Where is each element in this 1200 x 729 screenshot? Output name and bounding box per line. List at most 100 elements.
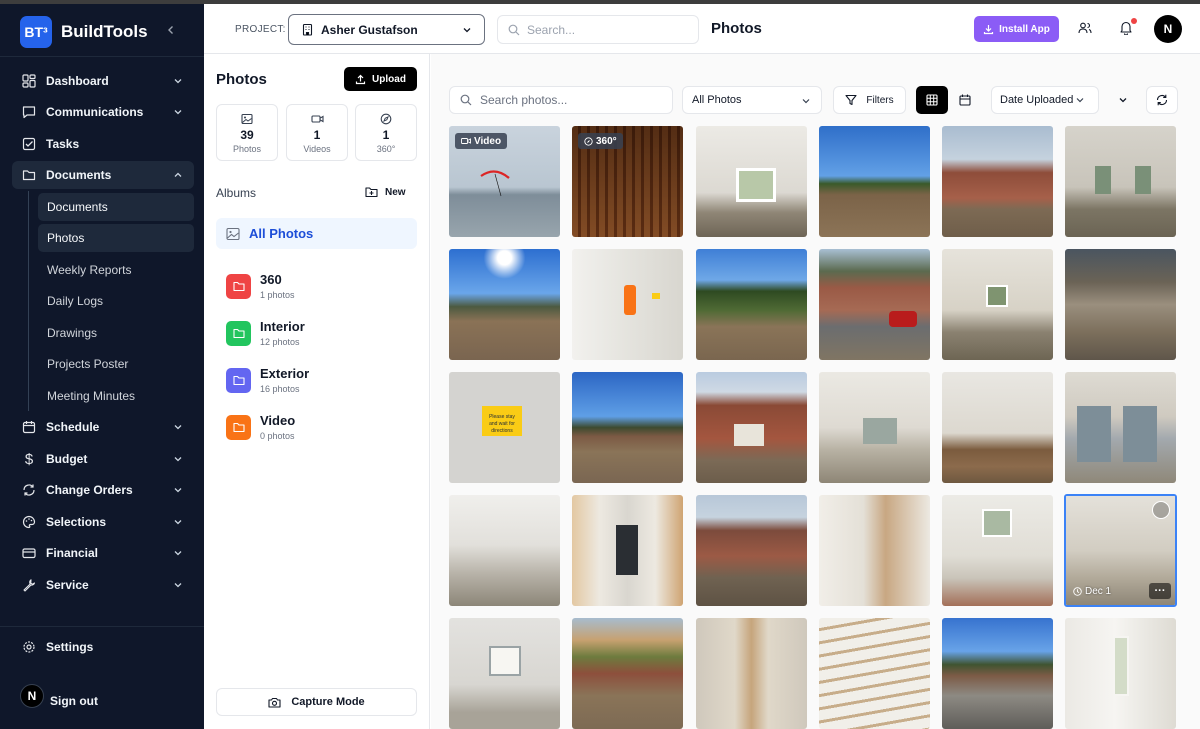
photo-image xyxy=(572,372,683,483)
chevron-down-icon xyxy=(172,421,184,433)
all-photos-label: All Photos xyxy=(249,226,314,241)
photo-thumbnail[interactable] xyxy=(696,495,807,606)
nav-selections[interactable]: Selections xyxy=(12,508,194,536)
album-interior[interactable]: Interior 12 photos xyxy=(226,317,416,351)
nav-documents[interactable]: Documents xyxy=(12,161,194,189)
photo-thumbnail[interactable] xyxy=(696,249,807,360)
nav-service[interactable]: Service xyxy=(12,571,194,599)
install-app-button[interactable]: Install App xyxy=(974,16,1059,42)
upload-button[interactable]: Upload xyxy=(344,67,417,91)
photo-thumbnail[interactable]: Video xyxy=(449,126,560,237)
photo-thumbnail[interactable] xyxy=(819,126,930,237)
project-select[interactable]: Asher Gustafson xyxy=(288,14,485,45)
new-album-button[interactable]: New xyxy=(365,186,406,198)
global-search-input[interactable]: Search... xyxy=(497,15,699,44)
subnav-meeting-minutes[interactable]: Meeting Minutes xyxy=(38,382,194,410)
new-label: New xyxy=(385,186,406,198)
subnav-daily-logs[interactable]: Daily Logs xyxy=(38,287,194,315)
photo-thumbnail-selected[interactable]: Dec 1 ··· xyxy=(1064,494,1177,607)
brand[interactable]: BT³ BuildTools xyxy=(20,16,148,48)
photo-thumbnail[interactable] xyxy=(819,495,930,606)
photo-thumbnail[interactable] xyxy=(942,126,1053,237)
photo-thumbnail[interactable] xyxy=(1065,618,1176,729)
photo-thumbnail[interactable] xyxy=(449,249,560,360)
window-graphic xyxy=(736,168,776,202)
photo-thumbnail[interactable] xyxy=(942,249,1053,360)
photo-thumbnail[interactable] xyxy=(942,372,1053,483)
nav-tasks[interactable]: Tasks xyxy=(12,130,194,158)
nav-label: Change Orders xyxy=(46,483,133,497)
album-exterior[interactable]: Exterior 16 photos xyxy=(226,364,416,398)
refresh-button[interactable] xyxy=(1146,86,1178,114)
task-check-icon xyxy=(22,137,36,151)
video-icon xyxy=(287,113,347,125)
calendar-view-button[interactable] xyxy=(949,86,981,114)
photo-thumbnail[interactable] xyxy=(572,249,683,360)
user-avatar[interactable]: N xyxy=(1154,15,1182,43)
select-checkbox[interactable] xyxy=(1152,501,1170,519)
nav-dashboard[interactable]: Dashboard xyxy=(12,67,194,95)
photo-thumbnail[interactable] xyxy=(1065,372,1176,483)
grid-view-button[interactable] xyxy=(916,86,948,114)
nav-change-orders[interactable]: Change Orders xyxy=(12,476,194,504)
users-icon[interactable] xyxy=(1078,21,1092,35)
collapse-sidebar-button[interactable] xyxy=(163,22,179,38)
photo-thumbnail[interactable] xyxy=(942,495,1053,606)
folder-icon xyxy=(226,274,251,299)
photo-image xyxy=(942,126,1053,237)
photo-thumbnail[interactable] xyxy=(942,618,1053,729)
photo-image xyxy=(696,495,807,606)
photo-search-input[interactable]: Search photos... xyxy=(449,86,673,114)
photo-thumbnail[interactable] xyxy=(819,372,930,483)
nav-label: Selections xyxy=(46,515,107,529)
select-value: All Photos xyxy=(692,94,742,106)
search-icon xyxy=(460,94,472,106)
photo-thumbnail[interactable] xyxy=(696,126,807,237)
photo-thumbnail[interactable] xyxy=(449,495,560,606)
subnav-projects-poster[interactable]: Projects Poster xyxy=(38,350,194,378)
more-options-button[interactable]: ··· xyxy=(1149,583,1171,599)
photo-thumbnail[interactable] xyxy=(449,618,560,729)
photo-thumbnail[interactable] xyxy=(572,372,683,483)
sort-order-button[interactable] xyxy=(1111,86,1135,114)
chevron-down-icon xyxy=(172,579,184,591)
photo-thumbnail[interactable]: Please stay and wait for directions xyxy=(449,372,560,483)
capture-mode-button[interactable]: Capture Mode xyxy=(216,688,417,716)
photo-date: Dec 1 xyxy=(1073,586,1111,597)
subnav-documents[interactable]: Documents xyxy=(38,193,194,221)
photo-thumbnail[interactable] xyxy=(819,618,930,729)
photo-thumbnail[interactable] xyxy=(572,618,683,729)
photo-image xyxy=(1065,249,1176,360)
photo-thumbnail[interactable] xyxy=(572,495,683,606)
photo-thumbnail[interactable]: 360° xyxy=(572,126,683,237)
photo-thumbnail[interactable] xyxy=(696,618,807,729)
photo-image xyxy=(819,249,930,360)
album-video[interactable]: Video 0 photos xyxy=(226,411,416,445)
nav-budget[interactable]: $ Budget xyxy=(12,445,194,473)
album-name: Video xyxy=(260,413,296,428)
filters-button[interactable]: Filters xyxy=(833,86,906,114)
photo-thumbnail[interactable] xyxy=(1065,249,1176,360)
nav-label: Dashboard xyxy=(46,74,109,88)
photo-image xyxy=(696,618,807,729)
stat-value: 1 xyxy=(313,128,321,142)
photo-image xyxy=(819,618,930,729)
subnav-photos[interactable]: Photos xyxy=(38,224,194,252)
sign-out-link[interactable]: Sign out xyxy=(50,694,98,708)
photo-thumbnail[interactable] xyxy=(696,372,807,483)
album-360[interactable]: 360 1 photos xyxy=(226,270,416,304)
nav-financial[interactable]: Financial xyxy=(12,539,194,567)
photo-thumbnail[interactable] xyxy=(1065,126,1176,237)
photo-thumbnail[interactable] xyxy=(819,249,930,360)
filter-icon xyxy=(845,94,857,106)
subnav-weekly-reports[interactable]: Weekly Reports xyxy=(38,256,194,284)
sort-select[interactable]: Date Uploaded xyxy=(991,86,1099,114)
nav-communications[interactable]: Communications xyxy=(12,98,194,126)
window-graphic xyxy=(863,418,897,444)
nav-settings[interactable]: Settings xyxy=(12,633,194,661)
album-all-photos[interactable]: All Photos xyxy=(216,218,417,249)
building-icon xyxy=(301,23,314,36)
photo-type-select[interactable]: All Photos xyxy=(682,86,822,114)
nav-schedule[interactable]: Schedule xyxy=(12,413,194,441)
subnav-drawings[interactable]: Drawings xyxy=(38,319,194,347)
